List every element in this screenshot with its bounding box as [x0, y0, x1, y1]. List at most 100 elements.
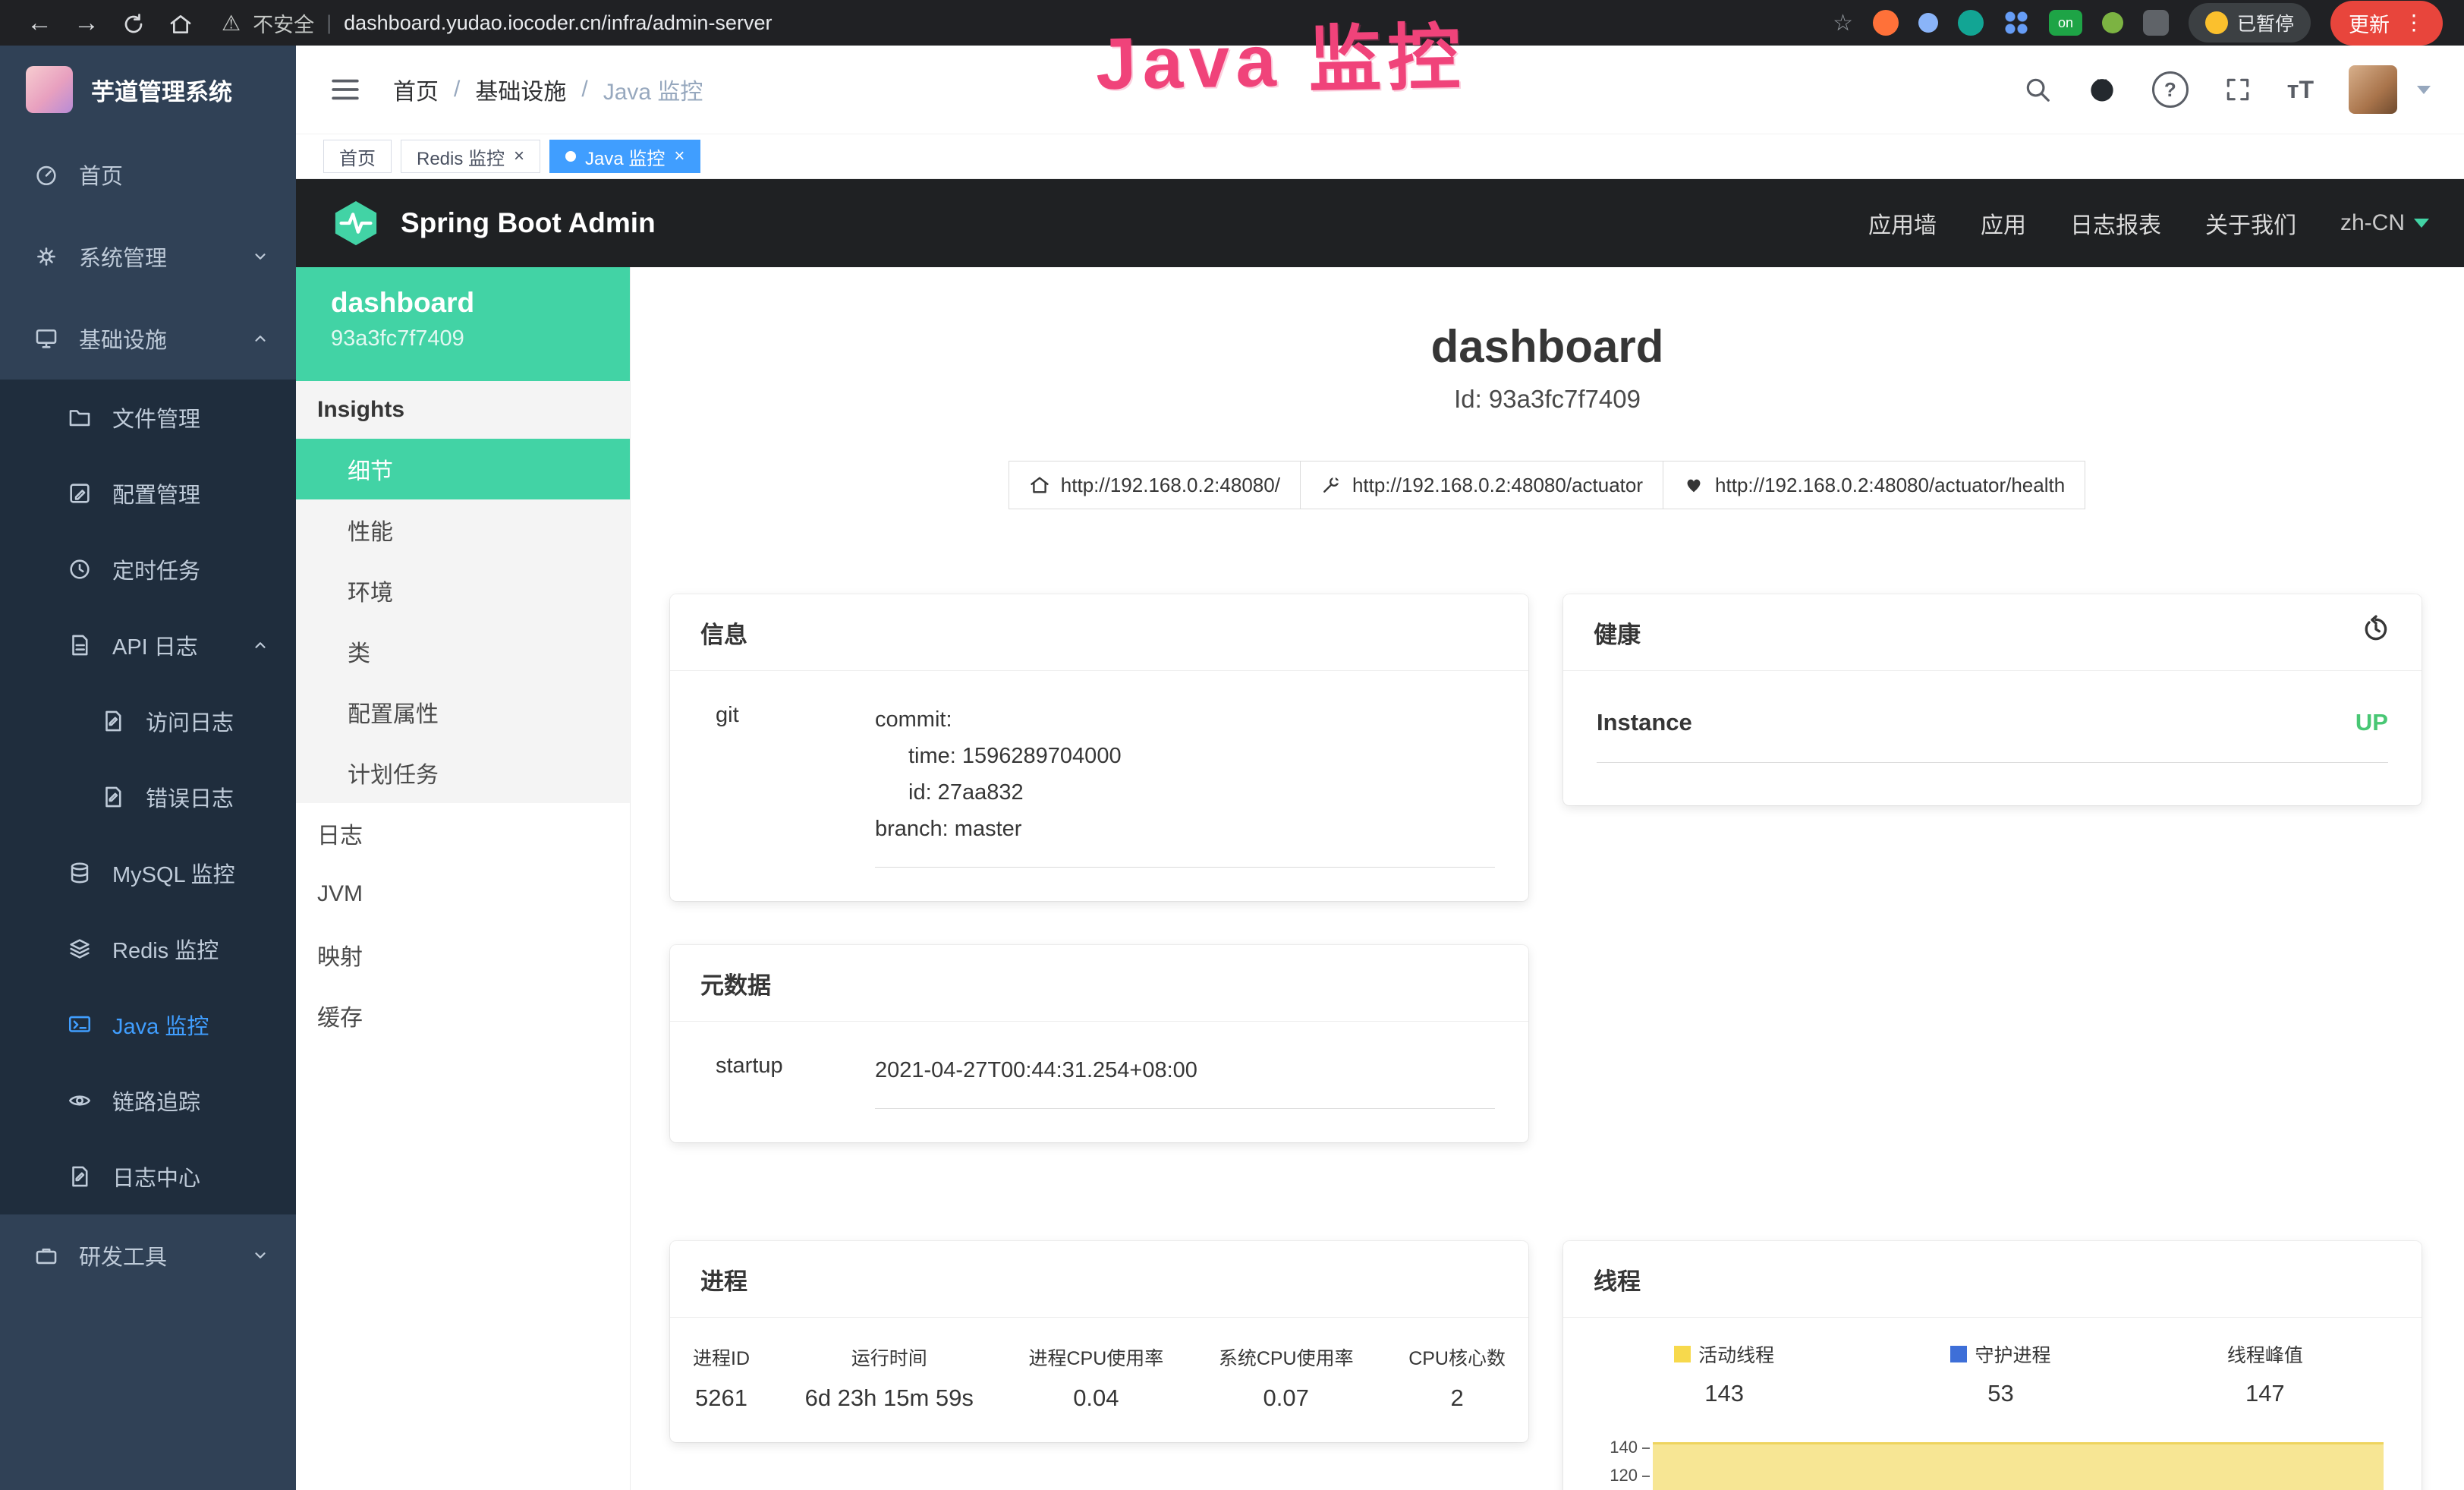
breadcrumb-infra[interactable]: 基础设施: [475, 73, 566, 106]
sidebar-item-label: 首页: [79, 159, 123, 191]
cards-grid: 信息 git commit: time: 1596289704000 id: 2…: [631, 594, 2464, 1490]
sidebar-item-home[interactable]: 首页: [0, 134, 296, 216]
address-bar[interactable]: ⚠ 不安全 | dashboard.yudao.iocoder.cn/infra…: [222, 8, 772, 38]
sidebar-item-file-manage[interactable]: 文件管理: [0, 380, 296, 455]
annotation-java-monitor: Java 监控: [1095, 0, 1468, 110]
sba-nav-wallboard[interactable]: 应用墙: [1868, 206, 1937, 240]
sidebar-item-infra[interactable]: 基础设施: [0, 298, 296, 380]
sidebar-item-java-monitor[interactable]: Java 监控: [0, 987, 296, 1063]
sba-brand[interactable]: Spring Boot Admin: [401, 207, 656, 239]
github-icon[interactable]: [2087, 74, 2117, 105]
card-threads-title: 线程: [1563, 1241, 2422, 1318]
tab-label: 首页: [339, 143, 376, 170]
stat-label: 进程ID: [693, 1344, 750, 1371]
back-icon[interactable]: ←: [21, 8, 58, 38]
sba-item-logging[interactable]: 日志: [296, 803, 630, 864]
reload-icon[interactable]: [115, 8, 152, 38]
sba-item-environment[interactable]: 环境: [296, 560, 630, 621]
sba-nav-journal[interactable]: 日志报表: [2070, 206, 2161, 240]
sidebar-item-label: 配置管理: [112, 477, 200, 509]
kebab-menu-icon[interactable]: ⋮: [2403, 12, 2425, 33]
update-button[interactable]: 更新 ⋮: [2330, 1, 2443, 46]
breadcrumb: 首页 / 基础设施 / Java 监控: [393, 73, 703, 106]
y-tick: 140: [1586, 1433, 1650, 1461]
breadcrumb-home[interactable]: 首页: [393, 73, 439, 106]
app-logo-avatar: [26, 66, 73, 113]
legend-live-threads: 活动线程 143: [1674, 1340, 1774, 1407]
link-health-url[interactable]: http://192.168.0.2:48080/actuator/health: [1663, 461, 2085, 509]
chevron-down-icon: [252, 248, 269, 265]
security-label[interactable]: 不安全: [253, 8, 314, 38]
sidebar-item-api-log[interactable]: API 日志: [0, 607, 296, 683]
sba-nav-applications[interactable]: 应用: [1981, 206, 2026, 240]
sba-language-value: zh-CN: [2340, 210, 2405, 236]
sba-nav-about[interactable]: 关于我们: [2205, 206, 2296, 240]
info-line: branch: master: [875, 811, 1495, 847]
sba-language-select[interactable]: zh-CN: [2340, 210, 2429, 236]
bookmark-star-icon[interactable]: ☆: [1833, 10, 1853, 36]
sba-item-caches[interactable]: 缓存: [296, 985, 630, 1046]
sidebar-item-scheduled-jobs[interactable]: 定时任务: [0, 531, 296, 607]
extension-drop-icon[interactable]: [1918, 13, 1938, 33]
sidebar-item-label: API 日志: [112, 629, 198, 661]
sidebar-item-label: 系统管理: [79, 241, 167, 272]
sidebar-item-redis-monitor[interactable]: Redis 监控: [0, 911, 296, 987]
link-actuator-url[interactable]: http://192.168.0.2:48080/actuator: [1300, 461, 1663, 509]
sidebar-item-trace[interactable]: 链路追踪: [0, 1063, 296, 1139]
sba-item-performance[interactable]: 性能: [296, 499, 630, 560]
document-icon: [67, 632, 93, 658]
card-info-title: 信息: [670, 594, 1528, 671]
stat-cpu-cores: CPU核心数 2: [1408, 1344, 1506, 1412]
hamburger-icon[interactable]: [329, 74, 361, 106]
sidebar-item-label: 定时任务: [112, 553, 200, 585]
text-size-icon[interactable]: тT: [2287, 76, 2314, 104]
home-icon[interactable]: [162, 8, 199, 38]
sba-item-mappings[interactable]: 映射: [296, 925, 630, 985]
history-icon[interactable]: [2361, 614, 2391, 650]
process-stats: 进程ID 5261 运行时间 6d 23h 15m 59s 进程CPU使用率 0…: [670, 1318, 1528, 1442]
app-logo[interactable]: 芋道管理系统: [0, 46, 296, 134]
link-service-url[interactable]: http://192.168.0.2:48080/: [1009, 461, 1301, 509]
sidebar-item-log-center[interactable]: 日志中心: [0, 1139, 296, 1214]
extension-teal-icon[interactable]: [1958, 10, 1984, 36]
sidebar-item-error-log[interactable]: 错误日志: [0, 759, 296, 835]
user-avatar[interactable]: [2349, 65, 2397, 114]
sidebar-item-dev-tools[interactable]: 研发工具: [0, 1214, 296, 1296]
tab-close-icon[interactable]: ×: [674, 147, 684, 165]
extensions-puzzle-icon[interactable]: [2143, 10, 2169, 36]
document-edit-icon: [100, 708, 126, 734]
url-text[interactable]: dashboard.yudao.iocoder.cn/infra/admin-s…: [344, 11, 772, 35]
sba-item-classes[interactable]: 类: [296, 621, 630, 682]
tab-close-icon[interactable]: ×: [514, 147, 524, 165]
caret-down-icon[interactable]: [2417, 86, 2431, 94]
threads-chart: 140 120 100: [1586, 1433, 2391, 1490]
extension-leaf-icon[interactable]: [2102, 12, 2123, 33]
extension-on-badge[interactable]: on: [2049, 10, 2082, 36]
instance-header[interactable]: dashboard 93a3fc7f7409: [296, 267, 630, 381]
sidebar-item-mysql-monitor[interactable]: MySQL 监控: [0, 835, 296, 911]
forward-icon[interactable]: →: [68, 8, 105, 38]
sba-item-details[interactable]: 细节: [296, 439, 630, 499]
sidebar-item-access-log[interactable]: 访问日志: [0, 683, 296, 759]
extension-fox-icon[interactable]: [1873, 10, 1899, 36]
chevron-up-icon: [252, 330, 269, 347]
sidebar-item-label: 访问日志: [146, 705, 234, 737]
legend-swatch-yellow: [1674, 1346, 1691, 1362]
search-icon[interactable]: [2023, 75, 2052, 104]
sidebar-item-system[interactable]: 系统管理: [0, 216, 296, 298]
sidebar-item-config-manage[interactable]: 配置管理: [0, 455, 296, 531]
tab-redis-monitor[interactable]: Redis 监控 ×: [401, 140, 540, 173]
sba-item-scheduled-tasks[interactable]: 计划任务: [296, 742, 630, 803]
tab-java-monitor[interactable]: Java 监控 ×: [549, 140, 700, 173]
stat-value: 5261: [693, 1384, 750, 1412]
fullscreen-icon[interactable]: [2223, 75, 2252, 104]
paused-badge[interactable]: 已暂停: [2189, 3, 2311, 43]
sba-item-config-props[interactable]: 配置属性: [296, 682, 630, 742]
sba-item-jvm[interactable]: JVM: [296, 864, 630, 925]
home-icon: [1029, 474, 1050, 496]
extension-grid-icon[interactable]: [2003, 10, 2029, 36]
sidebar-item-label: Redis 监控: [112, 933, 219, 965]
tab-home[interactable]: 首页: [323, 140, 392, 173]
health-status-badge: UP: [2355, 709, 2388, 736]
help-icon[interactable]: ?: [2152, 71, 2189, 108]
